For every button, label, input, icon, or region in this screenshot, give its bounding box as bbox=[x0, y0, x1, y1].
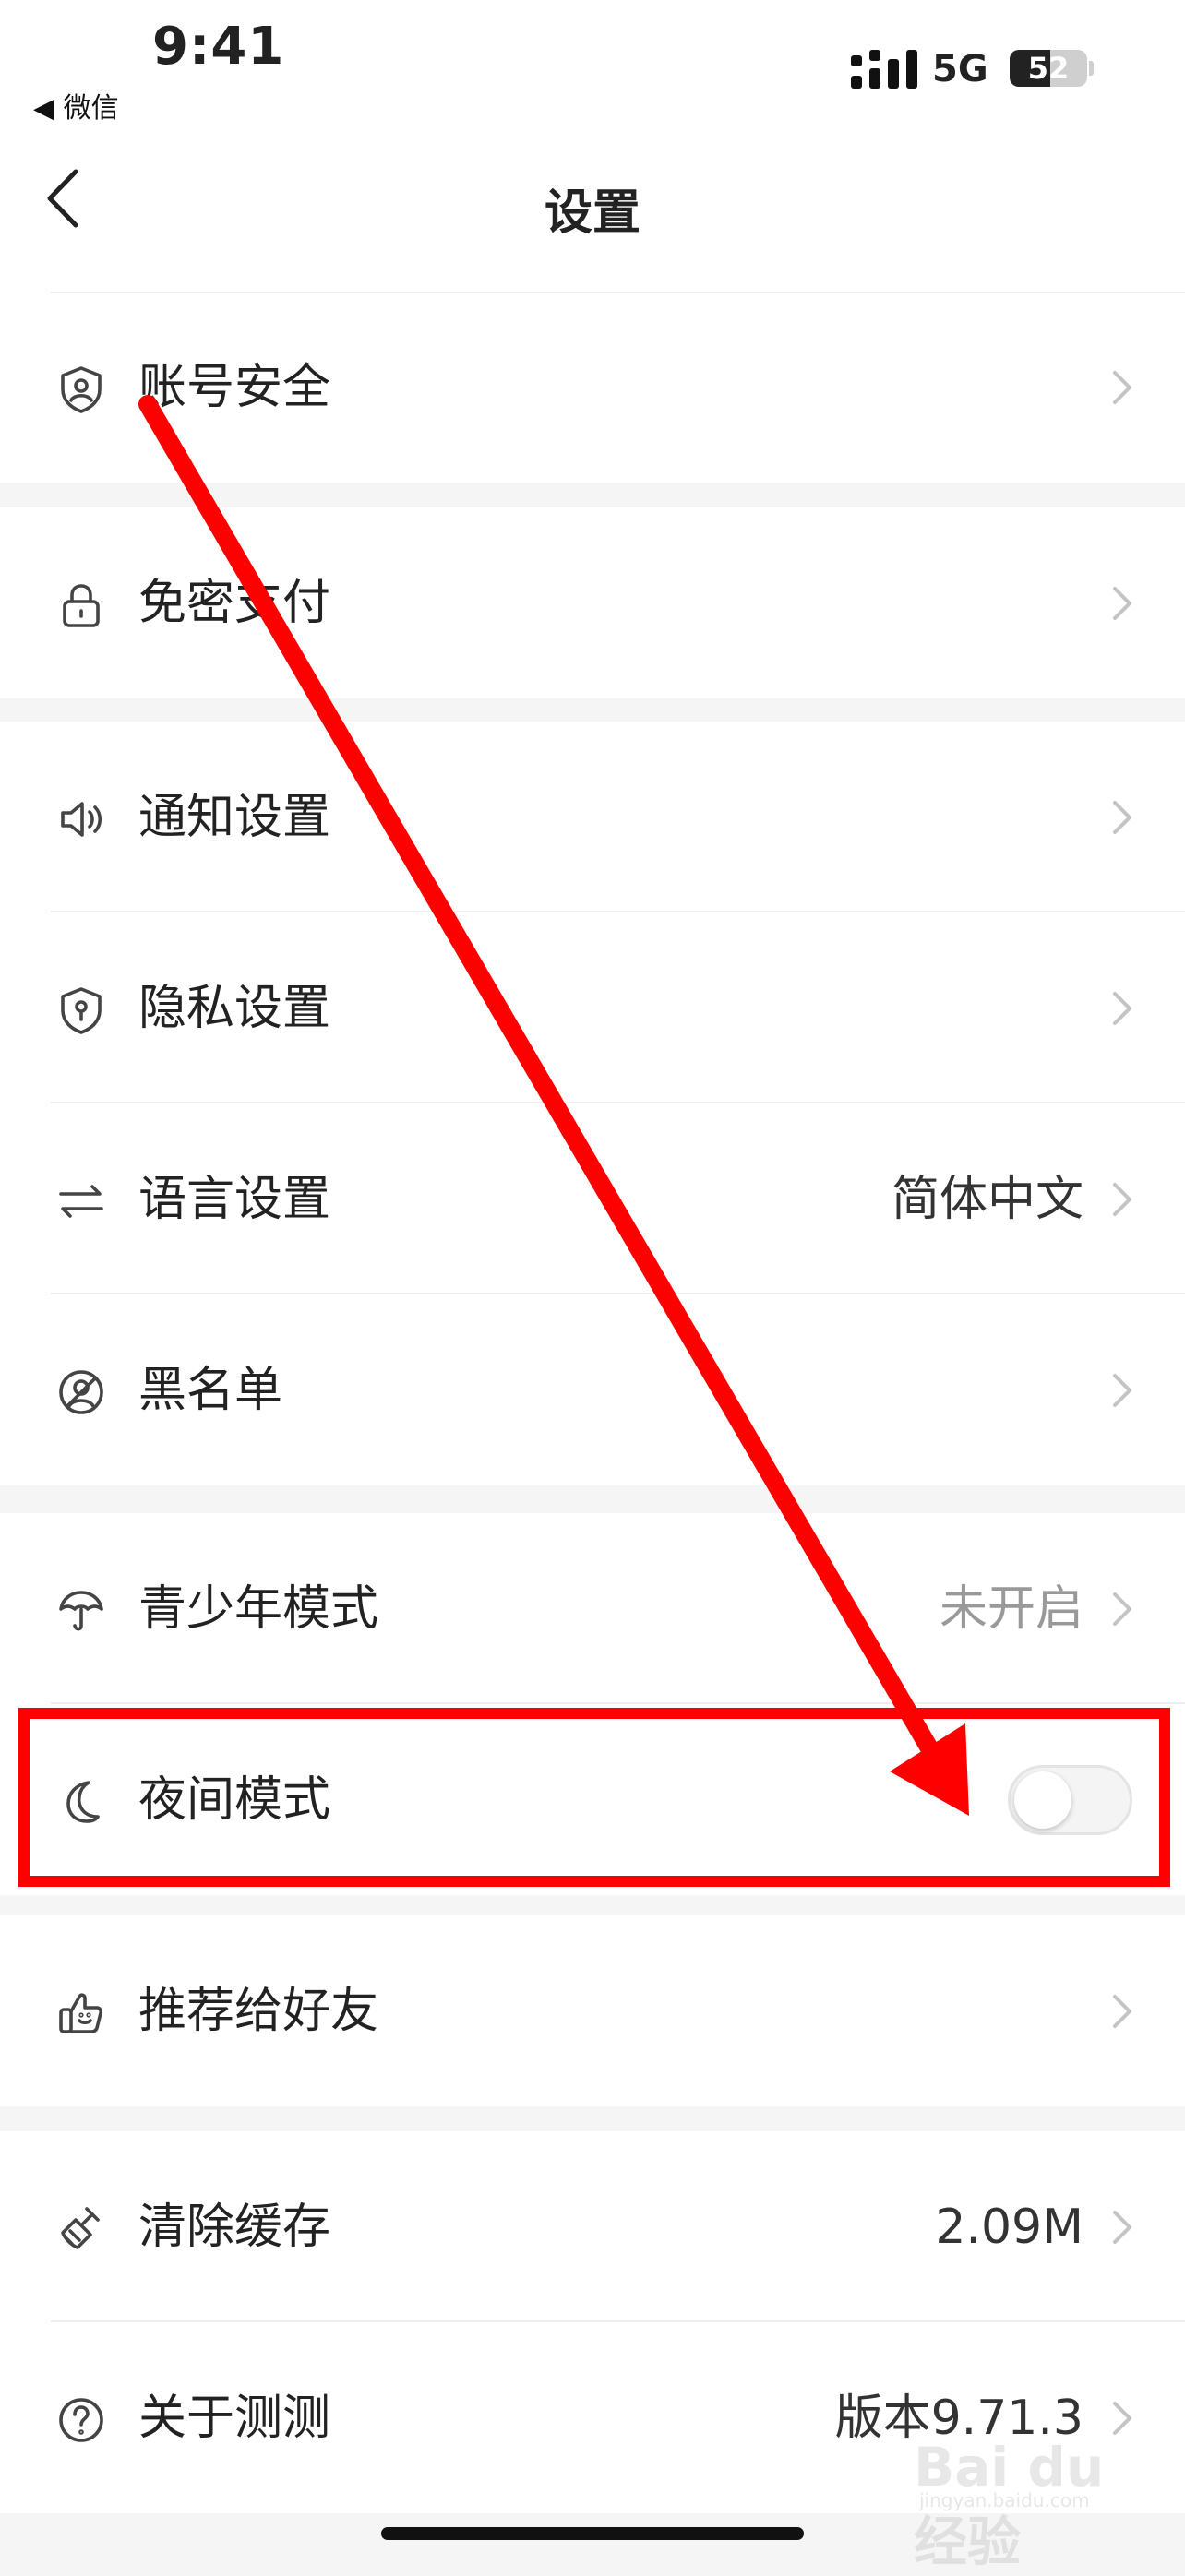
signal-icon bbox=[851, 50, 917, 89]
speaker-icon bbox=[55, 793, 107, 845]
back-to-wechat-link[interactable]: ◀ 微信 bbox=[33, 85, 119, 125]
shield-keyhole-icon bbox=[55, 984, 107, 1036]
settings-row[interactable]: 推荐给好友 bbox=[0, 1915, 1185, 2106]
status-bar: 9:41 ◀ 微信 5G 52 bbox=[0, 0, 1185, 138]
umbrella-icon bbox=[55, 1585, 107, 1637]
home-indicator[interactable] bbox=[381, 2527, 804, 2540]
thumbs-up-icon bbox=[55, 1987, 107, 2039]
settings-group: 免密支付 bbox=[0, 507, 1185, 698]
settings-group: 推荐给好友 bbox=[0, 1915, 1185, 2106]
settings-row[interactable]: 清除缓存 2.09M bbox=[0, 2131, 1185, 2322]
chevron-right-icon bbox=[1107, 1179, 1135, 1220]
settings-row-value: 2.09M bbox=[935, 2200, 1083, 2255]
lock-icon bbox=[55, 579, 107, 631]
battery-icon: 52 bbox=[1010, 50, 1087, 87]
settings-row-label: 账号安全 bbox=[138, 360, 331, 415]
settings-row[interactable]: 青少年模式 未开启 bbox=[0, 1513, 1185, 1704]
watermark-sub: jingyan.baidu.com bbox=[919, 2489, 1090, 2511]
settings-row[interactable]: 语言设置 简体中文 bbox=[0, 1103, 1185, 1294]
status-time: 9:41 bbox=[152, 17, 285, 77]
chevron-right-icon bbox=[1107, 797, 1135, 838]
settings-row-label: 隐私设置 bbox=[138, 981, 331, 1036]
settings-row[interactable]: 隐私设置 bbox=[0, 912, 1185, 1103]
nav-bar: 设置 bbox=[0, 138, 1185, 292]
settings-group: 通知设置隐私设置语言设置 简体中文黑名单 bbox=[0, 722, 1185, 1485]
settings-row-label: 青少年模式 bbox=[138, 1581, 379, 1637]
settings-row[interactable]: 免密支付 bbox=[0, 507, 1185, 698]
chevron-right-icon bbox=[1107, 367, 1135, 408]
battery-percent: 52 bbox=[1027, 51, 1070, 86]
question-icon bbox=[55, 2394, 107, 2446]
battery-cap bbox=[1089, 61, 1094, 76]
network-type: 5G bbox=[932, 48, 988, 90]
baidu-watermark: Bai du 经验 jingyan.baidu.com bbox=[914, 2427, 1126, 2573]
chevron-right-icon bbox=[1107, 583, 1135, 624]
chevron-right-icon bbox=[1107, 1370, 1135, 1411]
swap-arrows-icon bbox=[55, 1175, 107, 1227]
chevron-right-icon bbox=[1107, 1991, 1135, 2032]
settings-row-label: 通知设置 bbox=[138, 790, 331, 845]
settings-row-label: 黑名单 bbox=[138, 1363, 283, 1418]
settings-row-label: 关于测测 bbox=[138, 2391, 331, 2446]
settings-row[interactable]: 通知设置 bbox=[0, 722, 1185, 912]
annotation-highlight-box bbox=[18, 1708, 1170, 1887]
divider bbox=[51, 292, 1185, 293]
chevron-right-icon bbox=[1107, 2207, 1135, 2248]
settings-row-value: 简体中文 bbox=[891, 1172, 1083, 1227]
chevron-right-icon bbox=[1107, 988, 1135, 1029]
settings-row-label: 语言设置 bbox=[138, 1172, 331, 1227]
settings-row[interactable]: 黑名单 bbox=[0, 1294, 1185, 1485]
broom-icon bbox=[55, 2203, 107, 2255]
settings-row-label: 推荐给好友 bbox=[138, 1984, 379, 2039]
settings-row-label: 清除缓存 bbox=[138, 2200, 331, 2255]
block-user-icon bbox=[55, 1366, 107, 1418]
shield-user-icon bbox=[55, 364, 107, 415]
chevron-right-icon bbox=[1107, 1589, 1135, 1629]
settings-row-value: 未开启 bbox=[939, 1581, 1083, 1637]
settings-group: 账号安全 bbox=[0, 292, 1185, 483]
settings-row[interactable]: 账号安全 bbox=[0, 292, 1185, 483]
settings-row-label: 免密支付 bbox=[138, 576, 331, 631]
page-title: 设置 bbox=[544, 185, 640, 241]
